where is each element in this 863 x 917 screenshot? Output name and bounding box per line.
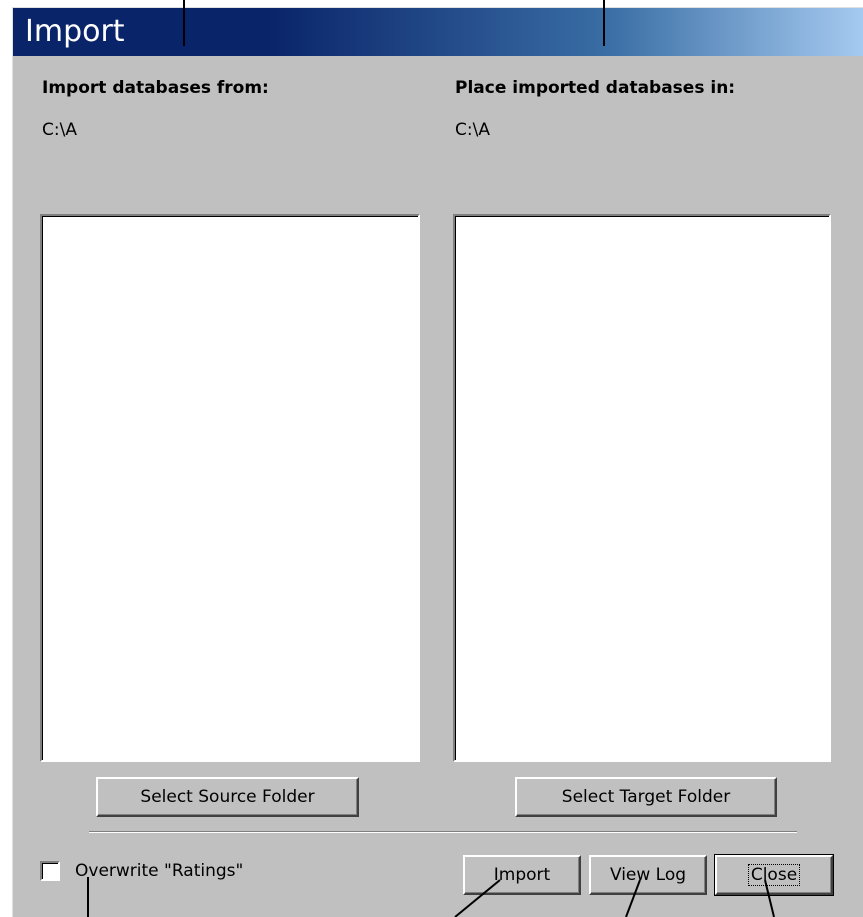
callout-line-close bbox=[764, 879, 775, 917]
callout-overlay bbox=[454, 879, 775, 917]
callout-line-view-log bbox=[625, 879, 641, 917]
callout-line-import bbox=[454, 879, 501, 917]
